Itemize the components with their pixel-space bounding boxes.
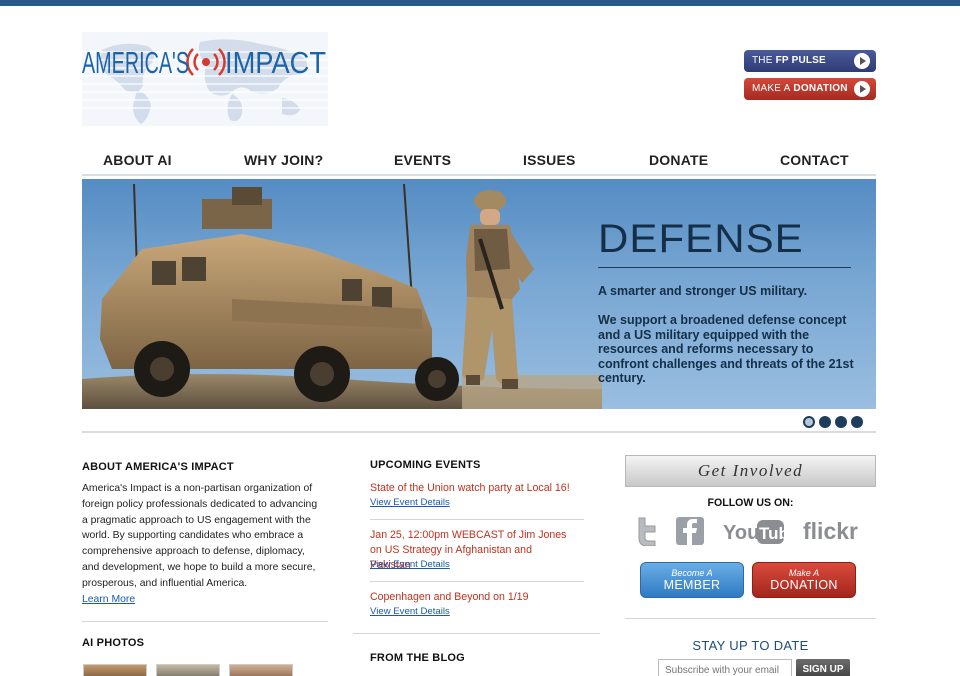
divider	[370, 581, 584, 582]
learn-more-link[interactable]: Learn More	[82, 594, 135, 605]
slide-dot-4[interactable]	[851, 416, 863, 428]
divider	[353, 633, 600, 634]
play-icon	[854, 81, 870, 97]
slide-dot-2[interactable]	[819, 416, 831, 428]
event-title[interactable]: Copenhagen and Beyond on 1/19	[370, 590, 592, 605]
nav-why-join[interactable]: WHY JOIN?	[244, 152, 323, 168]
hero-tagline: A smarter and stronger US military.	[598, 284, 808, 298]
subscribe-email-input[interactable]	[658, 659, 792, 676]
events-heading: UPCOMING EVENTS	[370, 459, 481, 471]
facebook-icon[interactable]	[676, 517, 704, 545]
logo-text-left: AMERICA'S	[82, 45, 189, 80]
photos-heading: AI PHOTOS	[82, 637, 145, 649]
donation-large: DONATION	[770, 578, 838, 592]
donate-prefix: MAKE A	[752, 83, 791, 94]
about-heading: ABOUT AMERICA'S IMPACT	[82, 461, 234, 473]
event-details-link[interactable]: View Event Details	[370, 559, 450, 570]
nav-issues[interactable]: ISSUES	[523, 152, 576, 168]
photo-thumb[interactable]	[83, 664, 147, 676]
twitter-icon[interactable]	[633, 516, 659, 547]
hero-body: We support a broadened defense concept a…	[598, 313, 854, 385]
slideshow-pager	[82, 411, 876, 433]
nav-donate[interactable]: DONATE	[649, 152, 708, 168]
svg-text:flickr: flickr	[803, 518, 858, 544]
nav-contact[interactable]: CONTACT	[780, 152, 849, 168]
play-icon	[854, 53, 870, 69]
slide-dot-1[interactable]	[803, 416, 815, 428]
svg-text:Tube: Tube	[759, 524, 785, 543]
svg-text:You: You	[723, 522, 759, 544]
main-nav: ABOUT AI WHY JOIN? EVENTS ISSUES DONATE …	[82, 150, 876, 176]
nav-about-ai[interactable]: ABOUT AI	[103, 152, 172, 168]
make-donation-button[interactable]: Make A DONATION	[752, 562, 856, 598]
logo-text-right: IMPACT	[225, 45, 326, 80]
pulse-prefix: THE	[752, 55, 773, 66]
divider	[625, 618, 876, 619]
photo-thumb[interactable]	[156, 664, 220, 676]
about-text: America's Impact is a non-partisan organ…	[82, 483, 318, 589]
world-map-graphic: AMERICA'S IMPACT	[82, 32, 328, 126]
fp-pulse-button[interactable]: THE FP PULSE	[744, 50, 876, 72]
youtube-icon[interactable]: You Tube	[723, 517, 798, 545]
member-small: Become A	[671, 568, 713, 578]
hero-slideshow[interactable]: DEFENSE A smarter and stronger US milita…	[82, 179, 876, 409]
make-donation-header-button[interactable]: MAKE A DONATION	[744, 78, 876, 100]
hero-title: DEFENSE	[598, 217, 804, 261]
flickr-icon[interactable]: flickr	[803, 517, 865, 545]
top-accent-bar	[0, 0, 960, 6]
stay-up-to-date-label: STAY UP TO DATE	[692, 638, 809, 653]
blog-heading: FROM THE BLOG	[370, 652, 465, 664]
site-logo[interactable]: AMERICA'S IMPACT	[82, 32, 328, 126]
divider	[370, 519, 584, 520]
slide-dot-3[interactable]	[835, 416, 847, 428]
event-details-link[interactable]: View Event Details	[370, 606, 450, 617]
about-body: America's Impact is a non-partisan organ…	[82, 481, 322, 607]
donate-bold: DONATION	[793, 83, 848, 94]
pulse-bold: FP PULSE	[775, 55, 826, 66]
hero-divider	[598, 267, 851, 268]
divider	[82, 621, 328, 622]
nav-events[interactable]: EVENTS	[394, 152, 451, 168]
become-member-button[interactable]: Become A MEMBER	[640, 562, 744, 598]
member-large: MEMBER	[663, 578, 721, 592]
donation-small: Make A	[788, 568, 820, 578]
sign-up-button[interactable]: SIGN UP	[796, 659, 850, 676]
get-involved-banner: Get Involved	[625, 455, 876, 487]
photo-thumb[interactable]	[229, 664, 293, 676]
event-title[interactable]: State of the Union watch party at Local …	[370, 481, 592, 496]
event-details-link[interactable]: View Event Details	[370, 497, 450, 508]
follow-us-label: FOLLOW US ON:	[707, 497, 794, 509]
